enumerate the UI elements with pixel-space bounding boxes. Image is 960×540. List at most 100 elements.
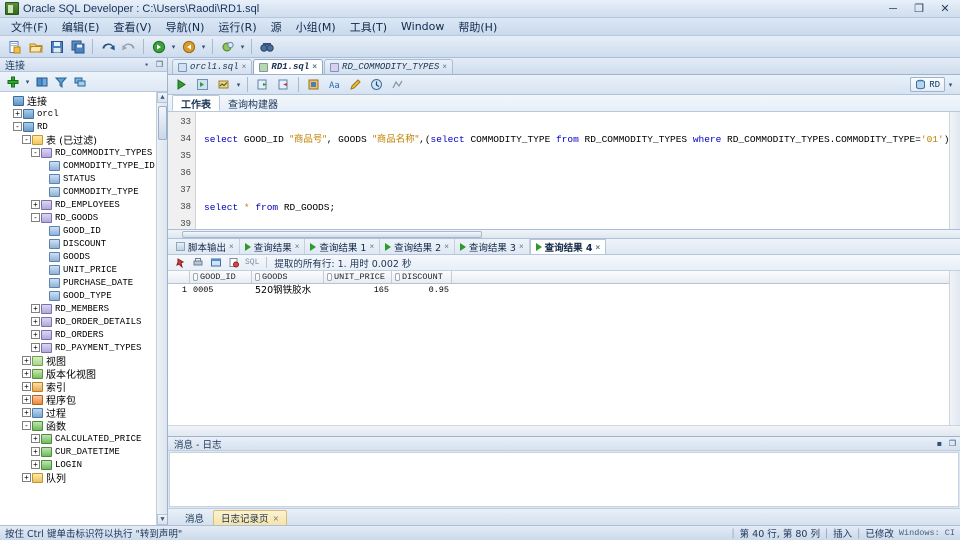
log-tab-messages[interactable]: 消息 — [178, 510, 211, 525]
tree-node[interactable]: STATUS — [2, 172, 167, 185]
expand-icon[interactable]: + — [22, 408, 31, 417]
result-grid[interactable]: GOOD_ID GOODS UNIT_PRICE DISCOUNT 1 0005 520钢… — [168, 271, 960, 436]
menu-edit[interactable]: 编辑(E) — [55, 18, 107, 36]
menu-team[interactable]: 小组(M) — [289, 18, 343, 36]
connection-dropdown-icon[interactable]: ▾ — [947, 78, 954, 92]
close-icon[interactable]: × — [519, 242, 524, 251]
tab-rd-commodity-types[interactable]: RD_COMMODITY_TYPES × — [324, 59, 454, 74]
expand-icon[interactable]: + — [31, 330, 40, 339]
sql-editor[interactable]: 3334353637383940 select GOOD_ID "商品号", G… — [168, 112, 960, 230]
tree-node[interactable]: 连接 — [2, 94, 167, 108]
close-icon[interactable]: × — [596, 243, 601, 252]
expand-icon[interactable]: + — [31, 343, 40, 352]
unshared-worksheet-button[interactable] — [304, 75, 323, 94]
autotrace-button[interactable] — [214, 75, 233, 94]
run-statement-button[interactable] — [172, 75, 191, 94]
scroll-down-arrow[interactable]: ▼ — [157, 514, 167, 525]
menu-window[interactable]: Window — [394, 19, 451, 34]
connection-selector[interactable]: RD — [910, 77, 945, 92]
maximize-button[interactable]: ❐ — [906, 0, 932, 17]
menu-file[interactable]: 文件(F) — [4, 18, 55, 36]
close-icon[interactable]: × — [295, 242, 300, 251]
tree-scroll-thumb[interactable] — [158, 106, 167, 140]
find-button[interactable] — [257, 37, 276, 56]
result-tab-query-result-1[interactable]: 查询结果 1 × — [305, 239, 381, 254]
table-cell[interactable]: 520钢铁胶水 — [252, 284, 324, 297]
pin-result-button[interactable] — [173, 256, 187, 269]
tree-node[interactable]: - RD_GOODS — [2, 211, 167, 224]
subtab-worksheet[interactable]: 工作表 — [172, 95, 220, 111]
tree-node[interactable]: + 队列 — [2, 471, 167, 485]
expand-icon[interactable]: + — [22, 382, 31, 391]
run-script-button[interactable] — [193, 75, 212, 94]
connections-tree[interactable]: 连接 + orcl - RD - 表 (已过滤) - RD_COMMODITY_TYPES COM… — [0, 92, 167, 525]
menu-source[interactable]: 源 — [264, 18, 289, 36]
tree-node[interactable]: GOOD_ID — [2, 224, 167, 237]
expand-icon[interactable]: + — [13, 109, 22, 118]
save-button[interactable] — [47, 37, 66, 56]
tree-node[interactable]: PURCHASE_DATE — [2, 276, 167, 289]
column-header[interactable]: GOOD_ID — [190, 271, 252, 283]
float-icon[interactable]: ❐ — [154, 59, 165, 70]
tree-node[interactable]: + RD_ORDER_DETAILS — [2, 315, 167, 328]
collapse-icon[interactable]: - — [31, 213, 40, 222]
tree-node[interactable]: UNIT_PRICE — [2, 263, 167, 276]
grid-vertical-scrollbar[interactable] — [949, 271, 960, 436]
expand-icon[interactable]: + — [31, 434, 40, 443]
menu-help[interactable]: 帮助(H) — [451, 18, 504, 36]
tab-rd1-sql[interactable]: RD1.sql × — [253, 59, 324, 74]
rollback-button[interactable] — [274, 75, 293, 94]
column-header[interactable]: UNIT_PRICE — [324, 271, 392, 283]
sql-code-area[interactable]: select GOOD_ID "商品号", GOODS "商品名称",(sele… — [196, 112, 960, 229]
tree-node[interactable]: + 程序包 — [2, 393, 167, 407]
debug-button[interactable] — [218, 37, 237, 56]
code-line[interactable]: select * from RD_GOODS; — [196, 199, 960, 216]
tree-node[interactable]: + RD_EMPLOYEES — [2, 198, 167, 211]
to-upper-button[interactable]: Aa — [325, 75, 344, 94]
collapse-icon[interactable]: - — [22, 135, 31, 144]
expand-icon[interactable]: + — [22, 356, 31, 365]
close-icon[interactable]: × — [442, 63, 447, 72]
tree-node[interactable]: DISCOUNT — [2, 237, 167, 250]
tree-node[interactable]: + LOGIN — [2, 458, 167, 471]
save-all-button[interactable] — [68, 37, 87, 56]
forward-button[interactable] — [149, 37, 168, 56]
close-icon[interactable]: × — [242, 63, 247, 72]
result-tab-query-result[interactable]: 查询结果 × — [240, 239, 306, 254]
new-connection-button[interactable] — [5, 74, 21, 90]
minimize-icon[interactable]: ▪ — [141, 59, 152, 70]
tree-node[interactable]: + RD_ORDERS — [2, 328, 167, 341]
editor-horizontal-scrollbar[interactable] — [168, 230, 960, 239]
tree-node[interactable]: - 表 (已过滤) — [2, 133, 167, 147]
close-icon[interactable]: × — [444, 242, 449, 251]
expand-icon[interactable]: + — [22, 369, 31, 378]
subtab-query-builder[interactable]: 查询构建器 — [220, 95, 286, 111]
code-line[interactable] — [196, 148, 960, 165]
column-pin-icon[interactable] — [193, 273, 198, 281]
tab-orcl1-sql[interactable]: orcl1.sql × — [172, 59, 253, 74]
code-line[interactable]: select GOOD_ID "商品号", GOODS "商品名称",(sele… — [196, 131, 960, 148]
expand-icon[interactable]: + — [31, 304, 40, 313]
menu-tools[interactable]: 工具(T) — [343, 18, 394, 36]
tree-node[interactable]: + RD_PAYMENT_TYPES — [2, 341, 167, 354]
result-tab-query-result-4[interactable]: 查询结果 4 × — [529, 239, 607, 254]
column-pin-icon[interactable] — [255, 273, 260, 281]
result-tab-query-result-3[interactable]: 查询结果 3 × — [455, 239, 530, 254]
expand-icon[interactable]: + — [22, 473, 31, 482]
collapse-icon[interactable]: - — [31, 148, 40, 157]
menu-view[interactable]: 查看(V) — [106, 18, 158, 36]
table-cell[interactable]: 0005 — [190, 284, 252, 297]
result-tab-script-output[interactable]: 脚本输出 × — [171, 239, 240, 254]
code-line[interactable] — [196, 114, 960, 131]
close-icon[interactable]: × — [312, 63, 317, 72]
back-button[interactable] — [179, 37, 198, 56]
scroll-up-arrow[interactable]: ▲ — [157, 92, 167, 103]
column-header[interactable]: DISCOUNT — [392, 271, 452, 283]
sql-doc-icon[interactable] — [227, 256, 241, 269]
log-panel-body[interactable] — [169, 452, 959, 507]
result-tab-query-result-2[interactable]: 查询结果 2 × — [380, 239, 455, 254]
import-connection-button[interactable] — [34, 74, 50, 90]
undo-button[interactable] — [98, 37, 117, 56]
column-pin-icon[interactable] — [327, 273, 332, 281]
tree-node[interactable]: COMMODITY_TYPE_ID — [2, 159, 167, 172]
